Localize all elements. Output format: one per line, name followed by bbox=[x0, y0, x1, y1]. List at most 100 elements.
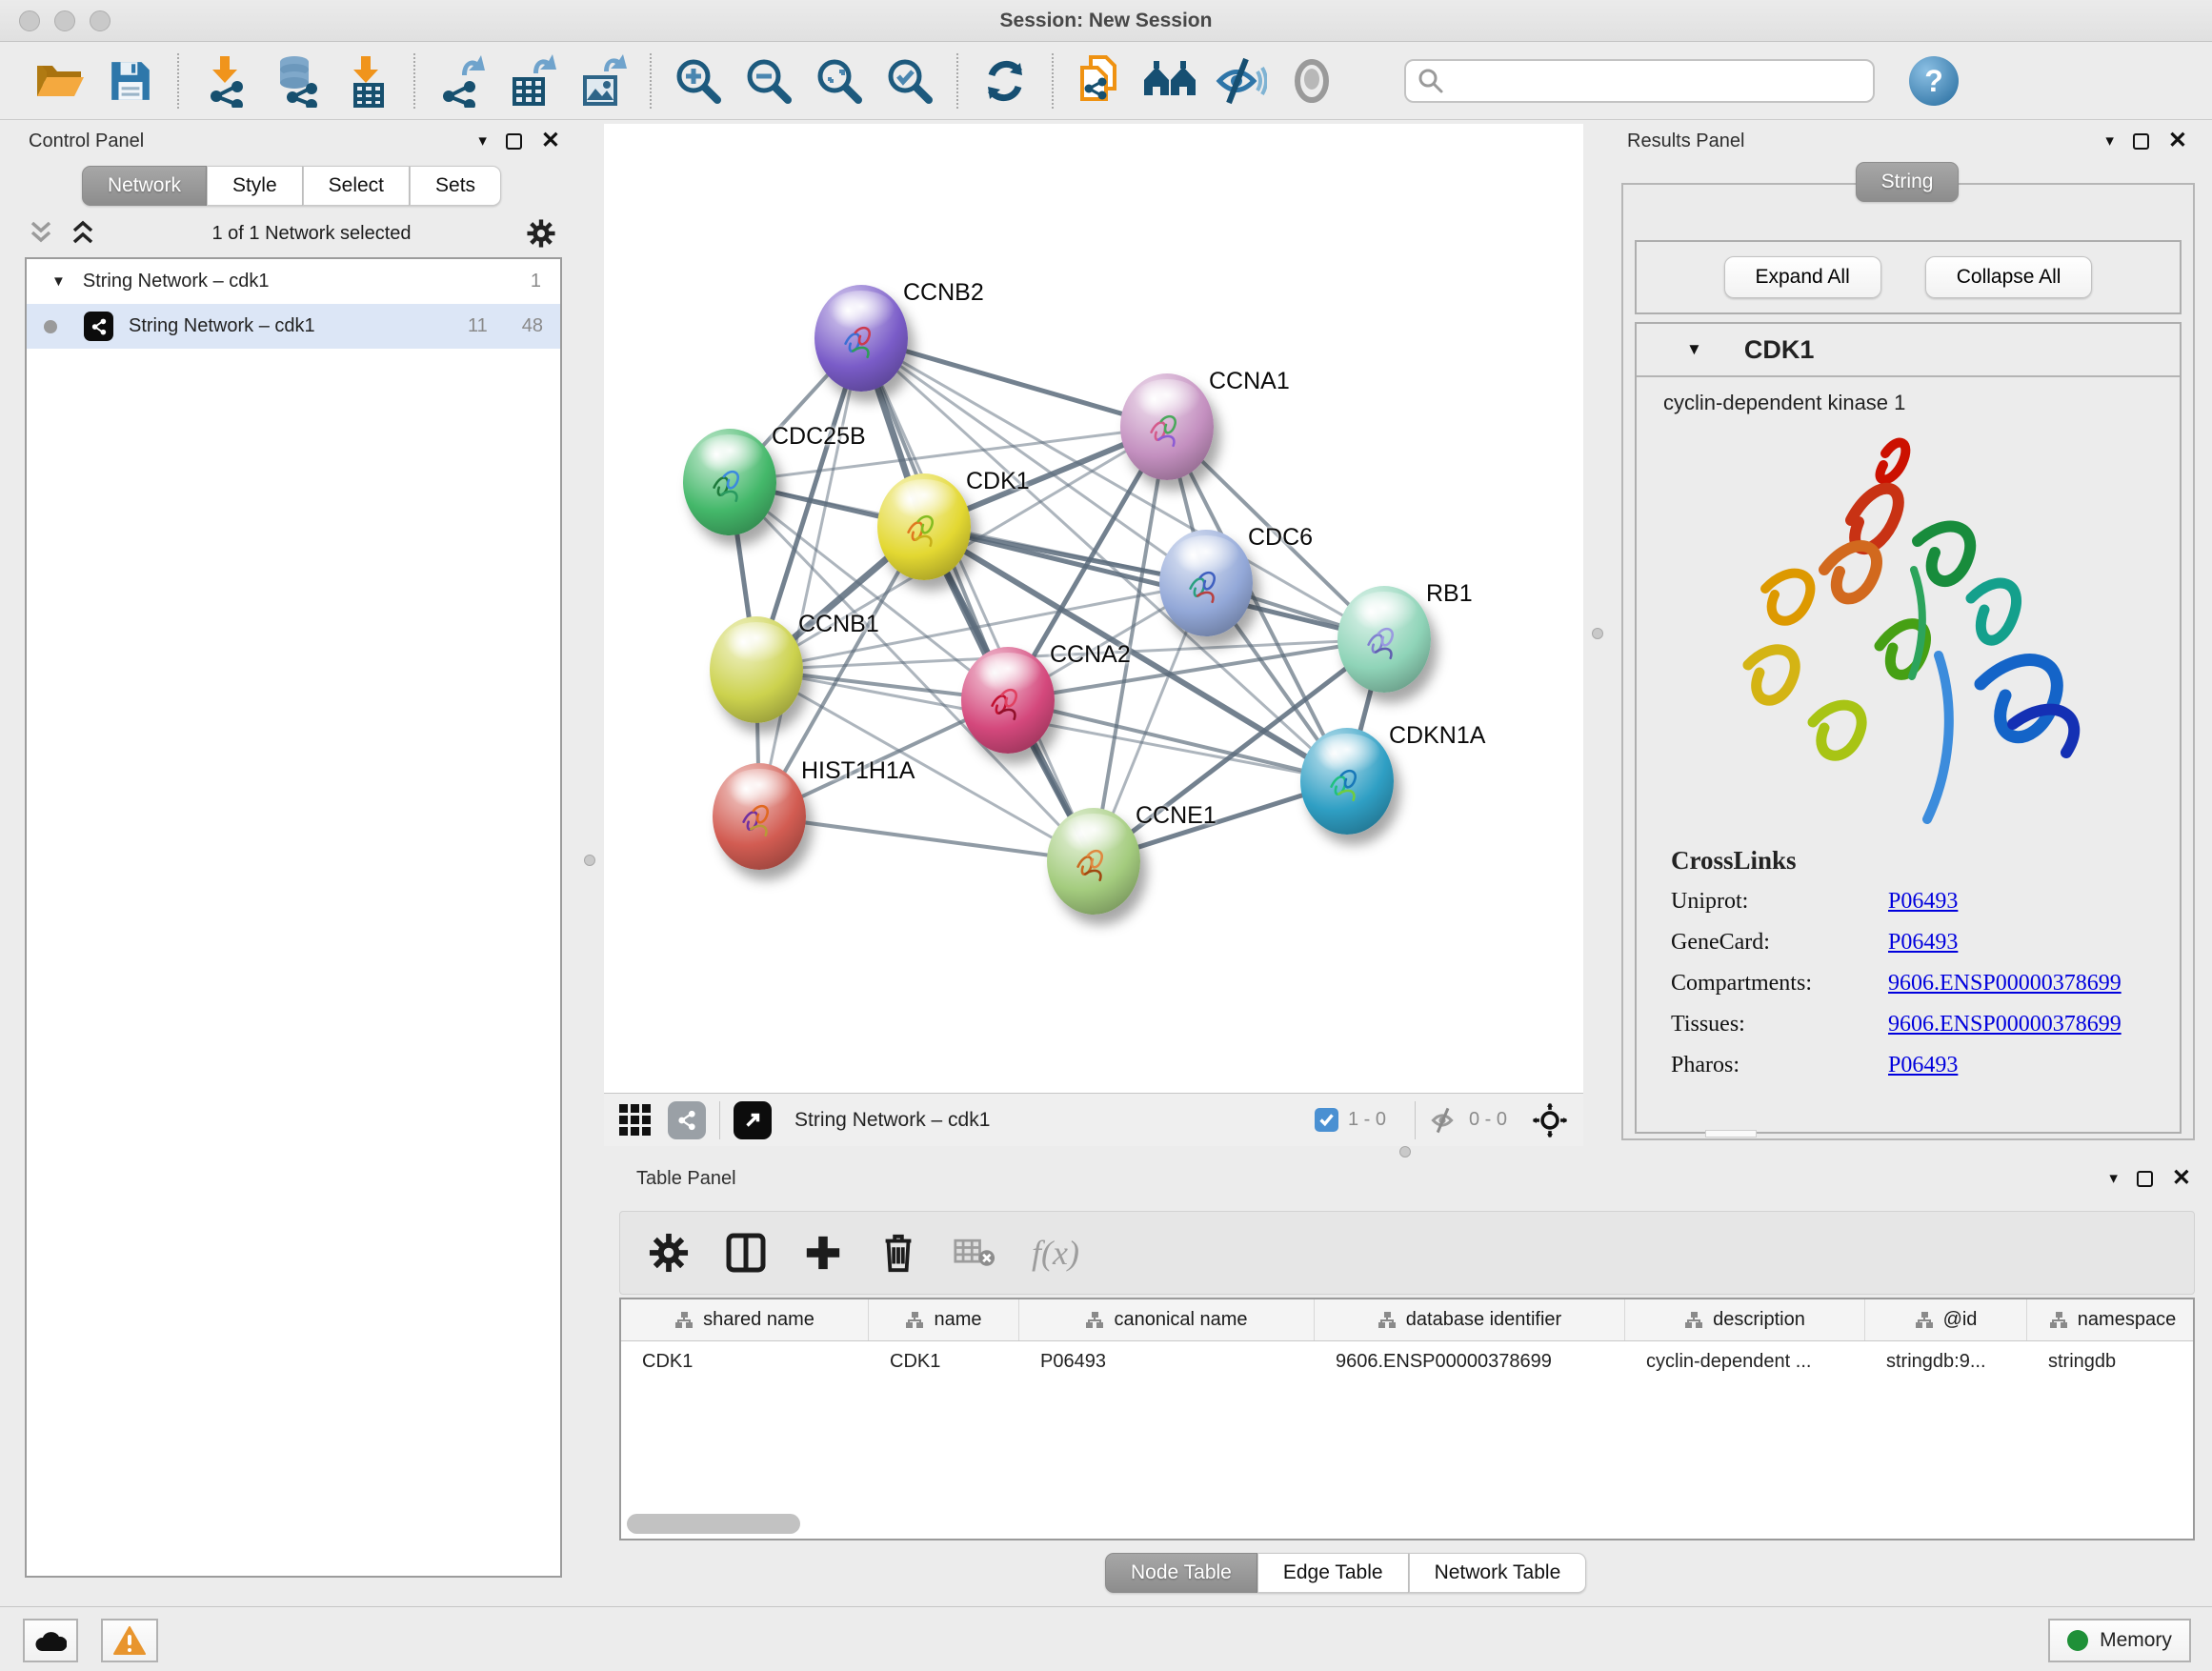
export-image-button[interactable] bbox=[568, 47, 638, 115]
float-panel-icon[interactable] bbox=[2137, 1171, 2153, 1187]
column-header-namespace[interactable]: namespace bbox=[2027, 1299, 2195, 1340]
crosslink-value-link[interactable]: 9606.ENSP00000378699 bbox=[1888, 1012, 2122, 1037]
gene-card-header[interactable]: ▼ CDK1 bbox=[1637, 324, 2180, 377]
network-node-HIST1H1A[interactable] bbox=[713, 763, 806, 870]
node-label-CCNE1: CCNE1 bbox=[1136, 802, 1217, 830]
first-neighbors-button[interactable] bbox=[1136, 47, 1206, 115]
tab-network[interactable]: Network bbox=[82, 166, 207, 206]
zoom-selected-button[interactable] bbox=[875, 47, 945, 115]
results-scrollbar-thumb[interactable] bbox=[1705, 1130, 1757, 1137]
network-node-CDK1[interactable] bbox=[877, 473, 971, 580]
birds-eye-view-icon[interactable] bbox=[1532, 1102, 1568, 1138]
table-horizontal-scrollbar[interactable] bbox=[627, 1514, 800, 1534]
tree-expand-icon[interactable]: ▼ bbox=[51, 273, 66, 290]
column-header-canonical-name[interactable]: canonical name bbox=[1019, 1299, 1315, 1340]
selected-nodes-checkbox[interactable] bbox=[1315, 1108, 1338, 1132]
panel-menu-icon[interactable]: ▾ bbox=[478, 131, 487, 151]
crosslink-value-link[interactable]: 9606.ENSP00000378699 bbox=[1888, 971, 2122, 997]
zoom-in-button[interactable] bbox=[663, 47, 734, 115]
cloud-status-button[interactable] bbox=[23, 1619, 78, 1662]
column-header-database-identifier[interactable]: database identifier bbox=[1315, 1299, 1625, 1340]
float-panel-icon[interactable] bbox=[2133, 133, 2149, 150]
table-row[interactable]: CDK1CDK1P064939606.ENSP00000378699cyclin… bbox=[621, 1341, 2193, 1382]
tab-style[interactable]: Style bbox=[207, 166, 303, 206]
edge-CDK1-RB1[interactable] bbox=[924, 527, 1384, 639]
close-panel-icon[interactable]: ✕ bbox=[2168, 130, 2187, 152]
panel-menu-icon[interactable]: ▾ bbox=[2109, 1169, 2118, 1188]
network-node-CDC25B[interactable] bbox=[683, 429, 776, 535]
collapse-all-button[interactable]: Collapse All bbox=[1925, 256, 2093, 298]
network-collection-row[interactable]: ▼ String Network – cdk1 1 bbox=[27, 259, 560, 304]
close-window-button[interactable] bbox=[19, 10, 40, 31]
crosslink-value-link[interactable]: P06493 bbox=[1888, 889, 1958, 915]
network-row[interactable]: String Network – cdk1 11 48 bbox=[27, 304, 560, 349]
tab-node-table[interactable]: Node Table bbox=[1105, 1553, 1257, 1593]
show-all-button[interactable] bbox=[1277, 47, 1347, 115]
network-node-CDKN1A[interactable] bbox=[1300, 728, 1394, 835]
apply-layout-button[interactable] bbox=[970, 47, 1040, 115]
network-node-CDC6[interactable] bbox=[1159, 530, 1253, 636]
expand-all-button[interactable]: Expand All bbox=[1724, 256, 1881, 298]
close-panel-icon[interactable]: ✕ bbox=[2172, 1167, 2191, 1190]
delete-table-icon[interactable] bbox=[954, 1237, 995, 1269]
network-node-CCNA2[interactable] bbox=[961, 647, 1055, 754]
left-splitter-handle[interactable] bbox=[584, 855, 595, 866]
show-columns-icon[interactable] bbox=[725, 1232, 767, 1274]
column-header-@id[interactable]: @id bbox=[1865, 1299, 2027, 1340]
expand-all-icon[interactable] bbox=[69, 220, 97, 247]
edge-HIST1H1A-CCNE1[interactable] bbox=[759, 816, 1094, 861]
network-node-CCNA1[interactable] bbox=[1120, 373, 1214, 480]
open-session-button[interactable] bbox=[25, 47, 95, 115]
network-node-RB1[interactable] bbox=[1337, 586, 1431, 693]
tab-network-table[interactable]: Network Table bbox=[1409, 1553, 1587, 1593]
save-session-button[interactable] bbox=[95, 47, 166, 115]
crosslink-value-link[interactable]: P06493 bbox=[1888, 930, 1958, 956]
tab-string[interactable]: String bbox=[1856, 162, 1960, 202]
column-type-icon bbox=[1377, 1311, 1397, 1330]
right-splitter-handle[interactable] bbox=[1592, 628, 1603, 639]
crosslink-value-link[interactable]: P06493 bbox=[1888, 1053, 1958, 1078]
hide-selected-button[interactable] bbox=[1206, 47, 1277, 115]
column-header-description[interactable]: description bbox=[1625, 1299, 1865, 1340]
export-network-button[interactable] bbox=[427, 47, 497, 115]
hidden-items-icon[interactable] bbox=[1429, 1106, 1461, 1135]
search-input[interactable] bbox=[1404, 59, 1875, 103]
gear-icon[interactable] bbox=[526, 218, 556, 249]
import-network-file-button[interactable] bbox=[191, 47, 261, 115]
collapse-all-icon[interactable] bbox=[27, 220, 55, 247]
help-button[interactable]: ? bbox=[1909, 56, 1959, 106]
network-canvas[interactable]: CCNB2CCNA1CDC25BCDK1CDC6RB1CCNB1CCNA2CDK… bbox=[604, 124, 1583, 1093]
string-network-badge-icon[interactable] bbox=[668, 1101, 706, 1139]
column-header-shared-name[interactable]: shared name bbox=[621, 1299, 869, 1340]
column-header-name[interactable]: name bbox=[869, 1299, 1019, 1340]
table-settings-gear-icon[interactable] bbox=[649, 1233, 689, 1273]
create-column-plus-icon[interactable] bbox=[803, 1233, 843, 1273]
node-table[interactable]: shared namenamecanonical namedatabase id… bbox=[619, 1298, 2195, 1540]
import-network-database-button[interactable] bbox=[261, 47, 332, 115]
tab-sets[interactable]: Sets bbox=[410, 166, 501, 206]
collapse-gene-icon[interactable]: ▼ bbox=[1686, 340, 1702, 359]
network-node-CCNE1[interactable] bbox=[1047, 808, 1140, 915]
create-network-from-selection-button[interactable] bbox=[1065, 47, 1136, 115]
close-panel-icon[interactable]: ✕ bbox=[541, 130, 560, 152]
open-in-browser-icon[interactable] bbox=[734, 1101, 772, 1139]
maximize-window-button[interactable] bbox=[90, 10, 111, 31]
import-table-file-button[interactable] bbox=[332, 47, 402, 115]
tab-select[interactable]: Select bbox=[303, 166, 410, 206]
panel-menu-icon[interactable]: ▾ bbox=[2105, 131, 2114, 151]
function-builder-icon[interactable]: f(x) bbox=[1032, 1233, 1079, 1273]
delete-column-trash-icon[interactable] bbox=[879, 1232, 917, 1274]
export-table-button[interactable] bbox=[497, 47, 568, 115]
minimize-window-button[interactable] bbox=[54, 10, 75, 31]
grid-view-icon[interactable] bbox=[619, 1104, 651, 1136]
network-node-CCNB1[interactable] bbox=[710, 616, 803, 723]
edge-CCNB2-HIST1H1A[interactable] bbox=[759, 338, 861, 816]
tab-edge-table[interactable]: Edge Table bbox=[1257, 1553, 1409, 1593]
zoom-fit-button[interactable] bbox=[804, 47, 875, 115]
memory-button[interactable]: Memory bbox=[2048, 1619, 2191, 1662]
network-node-CCNB2[interactable] bbox=[814, 285, 908, 392]
horizontal-splitter-handle[interactable] bbox=[1399, 1146, 1411, 1158]
warnings-button[interactable] bbox=[101, 1619, 158, 1662]
zoom-out-button[interactable] bbox=[734, 47, 804, 115]
float-panel-icon[interactable] bbox=[506, 133, 522, 150]
